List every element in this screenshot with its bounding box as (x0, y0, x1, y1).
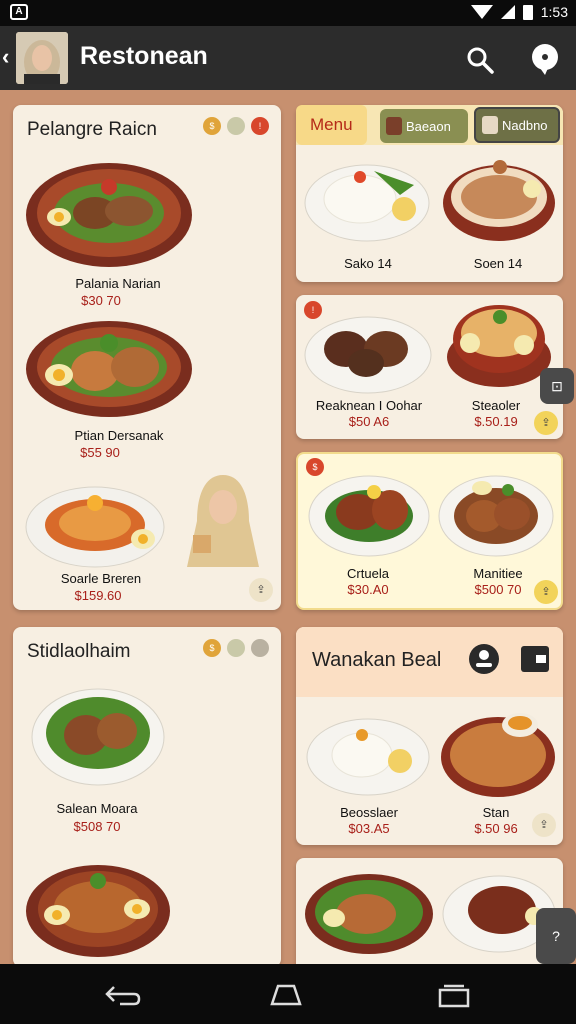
food-image[interactable] (306, 711, 430, 801)
card-title: Wanakan Beal (312, 649, 442, 671)
restaurant-card[interactable]: Stidlaolhaim $ Salean Moara $508 70 (13, 627, 281, 967)
app-bar: ‹ Restonean (0, 26, 576, 90)
item-price: $.50 96 (474, 821, 518, 836)
floating-help-button[interactable]: ? (536, 908, 576, 964)
tab-third[interactable]: Nadbno (474, 107, 560, 143)
notification-icon: A (10, 4, 28, 20)
item-price: $55 90 (80, 445, 120, 460)
status-bar: A 1:53 (0, 0, 576, 26)
food-image[interactable] (25, 859, 171, 959)
tab-third-label: Nadbno (502, 117, 548, 133)
item-name: Stan (482, 805, 510, 820)
wallet-icon[interactable] (520, 645, 550, 673)
profile-icon[interactable] (468, 643, 500, 675)
indicator-dot[interactable]: $ (203, 117, 221, 135)
person-image (187, 475, 259, 567)
recents-nav-icon[interactable] (438, 984, 470, 1008)
floating-scan-button[interactable]: ⊡ (540, 368, 574, 404)
item-name: Steaoler (471, 398, 521, 413)
food-image[interactable] (25, 475, 165, 575)
item-name: Manitiee (473, 566, 523, 581)
card-indicators: $ ! (203, 117, 269, 135)
food-image[interactable] (25, 157, 193, 269)
item-name: Salean Moara (56, 801, 138, 816)
tab-icon (386, 117, 402, 135)
wifi-icon (470, 5, 493, 19)
item-price: $30 70 (81, 293, 121, 308)
search-icon[interactable] (466, 46, 494, 74)
food-image[interactable] (304, 155, 430, 245)
navigation-bar (0, 964, 576, 1024)
food-image[interactable] (31, 677, 165, 787)
menu-card[interactable]: ! Reaknean I Oohar $50 A6 Steaoler $.50.… (296, 295, 563, 439)
item-name: Ptian Dersanak (74, 428, 164, 443)
item-price: $03.A5 (348, 821, 390, 836)
food-image[interactable] (438, 468, 554, 560)
signal-icon (500, 5, 515, 19)
food-image[interactable] (308, 468, 430, 558)
tab-second[interactable]: Baeaon (380, 109, 468, 143)
status-time: 1:53 (540, 4, 568, 20)
menu-card[interactable]: Menu Baeaon Nadbno Sako 14 Soen 14 (296, 105, 563, 282)
food-image[interactable] (440, 707, 556, 801)
item-name: Reaknean I Oohar (315, 398, 423, 413)
indicator-dot[interactable] (227, 117, 245, 135)
item-price: $159.60 (74, 588, 122, 603)
chat-icon[interactable] (528, 42, 562, 76)
indicator-dot[interactable] (227, 639, 245, 657)
indicator-dot[interactable] (251, 639, 269, 657)
back-icon[interactable]: ‹ (2, 44, 9, 70)
card-title: Pelangre Raicn (27, 119, 157, 140)
item-price: $50 A6 (348, 414, 390, 429)
indicator-dot[interactable]: $ (203, 639, 221, 657)
share-icon[interactable]: ⇪ (532, 813, 556, 837)
share-icon[interactable]: ⇪ (534, 580, 558, 604)
item-price: $508 70 (73, 819, 121, 834)
item-name: Sako 14 (344, 256, 392, 271)
indicator-dot[interactable]: ! (251, 117, 269, 135)
tab-menu-label: Menu (310, 115, 353, 134)
food-image[interactable] (442, 149, 556, 245)
food-image[interactable] (446, 299, 552, 391)
share-icon[interactable]: ⇪ (534, 411, 558, 435)
tab-menu[interactable]: Menu (296, 105, 367, 145)
restaurant-card[interactable]: Pelangre Raicn $ ! Palania Narian $30 70 (13, 105, 281, 610)
home-nav-icon[interactable] (268, 982, 304, 1008)
item-name: Soen 14 (473, 256, 523, 271)
item-name: Soarle Breren (60, 571, 142, 586)
item-name: Beosslaer (340, 805, 398, 820)
food-image[interactable] (304, 866, 434, 956)
card-indicators: $ (203, 639, 269, 657)
battery-icon (522, 4, 533, 20)
menu-card[interactable]: Wanakan Beal Beosslaer $03.A5 Stan $.50 … (296, 627, 563, 845)
tab-icon (482, 116, 498, 134)
item-price: $30.A0 (347, 582, 389, 597)
menu-card[interactable]: $ Crtuela $30.A0 Manitiee $500 70 ⇪ (296, 452, 563, 610)
item-name: Crtuela (347, 566, 389, 581)
item-price: $500 70 (474, 582, 522, 597)
item-name: Palania Narian (75, 276, 161, 291)
menu-card[interactable] (296, 858, 563, 978)
tab-second-label: Baeaon (406, 118, 451, 134)
food-image[interactable] (25, 319, 193, 419)
content-area: Pelangre Raicn $ ! Palania Narian $30 70 (0, 90, 576, 978)
back-nav-icon[interactable] (104, 984, 142, 1006)
item-price: $.50.19 (474, 414, 518, 429)
page-title: Restonean (80, 42, 208, 70)
card-title: Stidlaolhaim (27, 641, 131, 662)
avatar[interactable] (16, 32, 68, 84)
share-icon[interactable]: ⇪ (249, 578, 273, 602)
food-image[interactable] (304, 305, 432, 395)
